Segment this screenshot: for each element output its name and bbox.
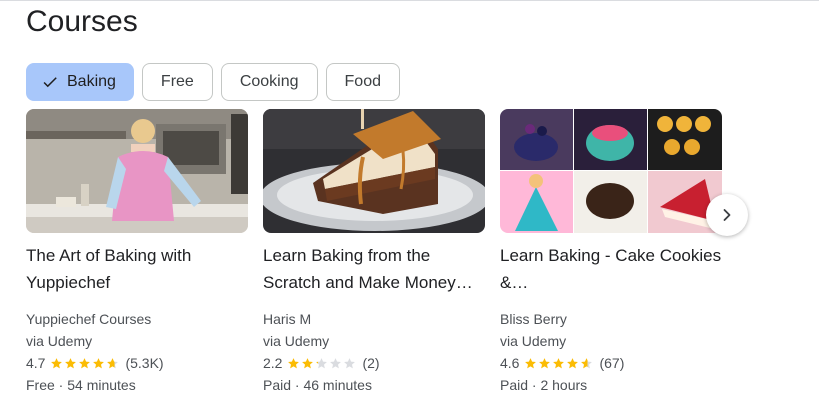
course-card[interactable]: Learn Baking - Cake Cookies &… Bliss Ber…: [500, 109, 722, 396]
star-icon: [79, 357, 91, 368]
star-icon: [51, 357, 63, 368]
course-details: Free · 54 minutes: [26, 377, 136, 393]
star-icon: [553, 357, 565, 368]
course-platform: via Udemy: [263, 333, 330, 349]
rating-value: 4.7: [26, 355, 46, 371]
star-icon: [344, 357, 356, 368]
rating-stars: [50, 357, 120, 370]
course-thumbnail[interactable]: [26, 109, 248, 233]
course-thumbnail[interactable]: [263, 109, 485, 233]
star-icon: [567, 357, 579, 368]
star-icon: [525, 357, 537, 368]
star-icon: [539, 357, 551, 368]
rating-stars: [287, 357, 357, 370]
filter-chip-label: Food: [344, 73, 381, 90]
course-title[interactable]: Learn Baking from the Scratch and Make M…: [263, 242, 485, 296]
review-count: (2): [362, 355, 380, 371]
star-icon: [302, 357, 314, 368]
course-thumbnail[interactable]: [500, 109, 722, 233]
filter-chip-label: Baking: [67, 73, 116, 90]
course-title[interactable]: The Art of Baking with Yuppiechef: [26, 242, 248, 296]
review-count: (5.3K): [125, 355, 164, 371]
course-author: Yuppiechef Courses: [26, 311, 152, 327]
section-title: Courses: [26, 5, 138, 38]
rating-value: 4.6: [500, 355, 520, 371]
course-card[interactable]: The Art of Baking with Yuppiechef Yuppie…: [26, 109, 248, 396]
course-details: Paid · 46 minutes: [263, 377, 372, 393]
filter-chip-label: Cooking: [239, 73, 299, 90]
course-title[interactable]: Learn Baking - Cake Cookies &…: [500, 242, 722, 296]
star-icon: [316, 357, 328, 368]
star-icon: [581, 357, 593, 368]
course-author: Bliss Berry: [500, 311, 567, 327]
filter-chip-food[interactable]: Food: [325, 63, 400, 101]
star-icon: [107, 357, 119, 368]
course-card[interactable]: Learn Baking from the Scratch and Make M…: [263, 109, 485, 396]
star-icon: [93, 357, 105, 368]
course-details: Paid · 2 hours: [500, 377, 588, 393]
course-rating: 2.2 (2): [263, 352, 485, 374]
filter-chip-cooking[interactable]: Cooking: [220, 63, 318, 101]
check-icon: [43, 77, 57, 88]
filter-chip-free[interactable]: Free: [141, 63, 213, 101]
course-rating: 4.7 (5.3K): [26, 352, 248, 374]
course-rating: 4.6 (67): [500, 352, 722, 374]
top-divider: [0, 0, 819, 1]
filter-chip-label: Free: [160, 73, 194, 90]
next-button[interactable]: [706, 194, 748, 236]
rating-value: 2.2: [263, 355, 283, 371]
rating-stars: [524, 357, 594, 370]
course-platform: via Udemy: [26, 333, 93, 349]
star-icon: [65, 357, 77, 368]
course-platform: via Udemy: [500, 333, 567, 349]
filter-chips: Baking Free Cooking Food: [26, 63, 400, 101]
course-author: Haris M: [263, 311, 312, 327]
review-count: (67): [599, 355, 625, 371]
filter-chip-baking[interactable]: Baking: [26, 63, 134, 101]
star-icon: [330, 357, 342, 368]
chevron-right-icon: [723, 209, 731, 221]
star-icon: [288, 357, 300, 368]
